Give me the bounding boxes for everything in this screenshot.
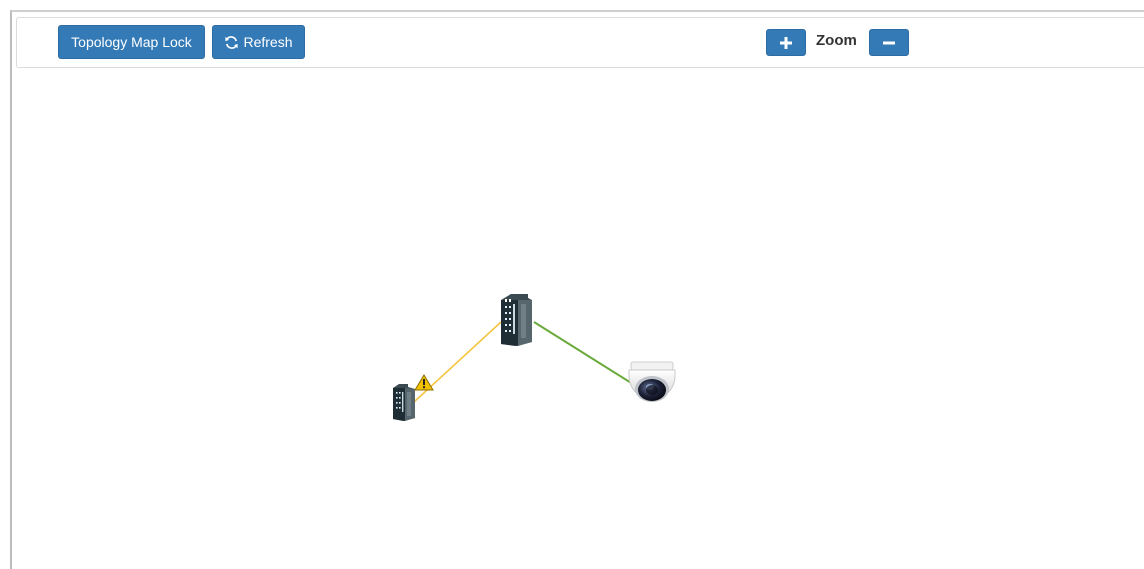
switch-icon[interactable] [393, 384, 415, 421]
switch-icon[interactable] [501, 294, 532, 346]
link-ok[interactable] [533, 321, 637, 387]
camera-icon[interactable] [628, 361, 676, 402]
warning-icon[interactable] [414, 374, 434, 391]
topology-canvas [393, 294, 676, 421]
